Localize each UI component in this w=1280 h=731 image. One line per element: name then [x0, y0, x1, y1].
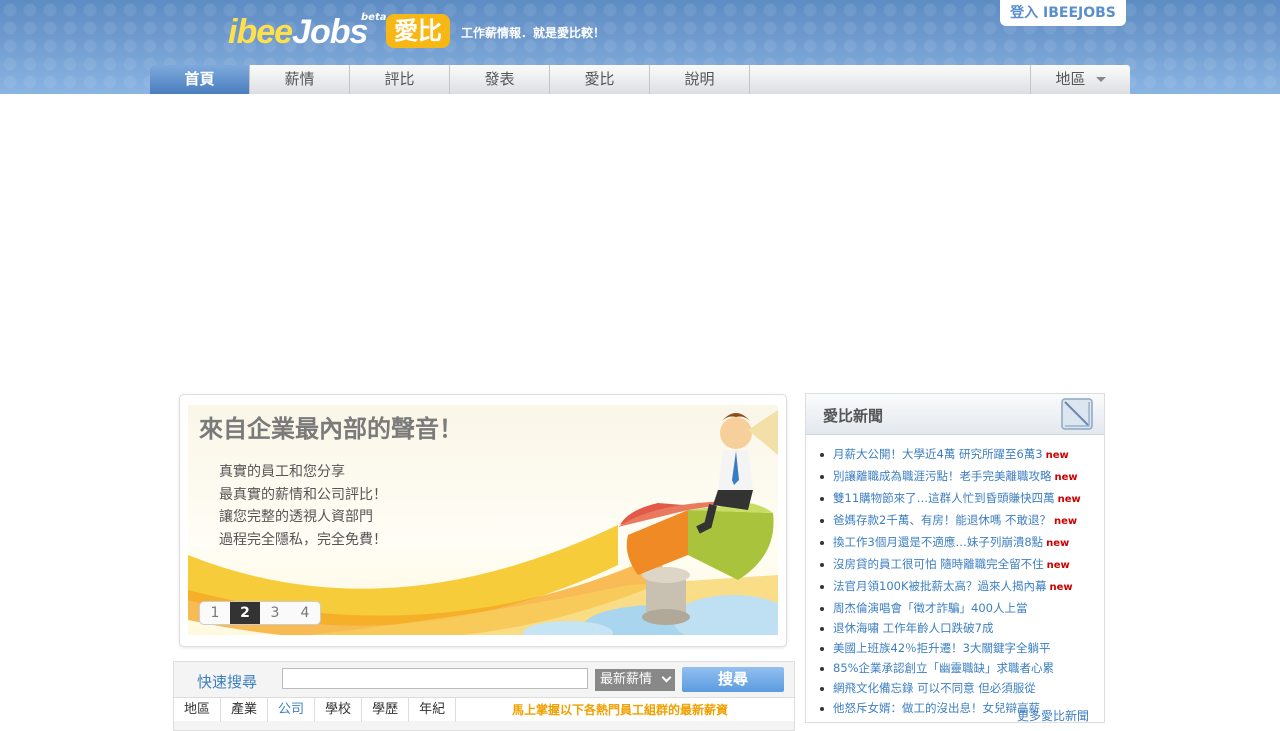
new-badge: new — [1053, 516, 1078, 527]
nav-tab-salary[interactable]: 薪情 — [250, 65, 350, 94]
nav-tab-rating[interactable]: 評比 — [350, 65, 450, 94]
hero-banner: 來自企業最內部的聲音！ 真實的員工和您分享 最真實的薪情和公司評比！ 讓您完整的… — [188, 405, 778, 635]
banner-title: 來自企業最內部的聲音！ — [199, 415, 463, 443]
news-list: 月薪大公開！大學近4萬 研究所躍至6萬3 new 別讓離職成為職涯污點！老手完美離職… — [806, 435, 1104, 718]
filter-tab-school[interactable]: 學校 — [315, 698, 363, 722]
news-item-text[interactable]: 他怒斥女婿：做工的沒出息！女兒辯高薪 — [833, 701, 1040, 715]
news-item-text[interactable]: 美國上班族42％拒升遷！3大關鍵字全躺平 — [833, 641, 1050, 655]
news-item-text[interactable]: 雙11購物節來了…這群人忙到昏頭賺快四萬 — [833, 491, 1055, 505]
news-item[interactable]: 雙11購物節來了…這群人忙到昏頭賺快四萬 new — [820, 488, 1104, 510]
news-item[interactable]: 退休海嘯 工作年齡人口跌破7成 — [820, 618, 1104, 638]
region-dropdown[interactable]: 地區 — [1031, 65, 1130, 94]
slide-dot-1[interactable]: 1 — [200, 602, 230, 624]
bullet-icon — [820, 518, 824, 523]
slide-pager: 1 2 3 4 — [199, 601, 321, 625]
bullet-icon — [820, 606, 824, 611]
logo-jobs-text: Jobs — [292, 13, 368, 51]
quick-search-select-value: 最新薪情 — [600, 672, 653, 687]
nav-spacer — [750, 65, 1031, 94]
banner-line: 過程完全隱私，完全免費！ — [219, 531, 387, 548]
news-item[interactable]: 周杰倫演唱會「徵才詐騙」400人上當 — [820, 598, 1104, 618]
bullet-icon — [820, 686, 824, 691]
filter-hint: 馬上掌握以下各熱門員工組群的最新薪資 — [512, 703, 729, 717]
news-item[interactable]: 別讓離職成為職涯污點！老手完美離職攻略 new — [820, 466, 1104, 488]
nav-tab-help[interactable]: 說明 — [650, 65, 750, 94]
bullet-icon — [820, 666, 824, 671]
search-button[interactable]: 搜尋 — [682, 667, 784, 692]
news-item-text[interactable]: 沒房貸的員工很可怕 隨時離職完全留不住 — [833, 557, 1044, 571]
new-badge: new — [1045, 450, 1069, 461]
news-title: 愛比新聞 — [823, 407, 884, 425]
news-item[interactable]: 網飛文化備忘錄 可以不同意 但必須服從 — [820, 678, 1104, 698]
nav-tab-aibi[interactable]: 愛比 — [550, 65, 650, 94]
news-item[interactable]: 月薪大公開！大學近4萬 研究所躍至6萬3 new — [820, 444, 1104, 466]
news-item[interactable]: 爸媽存款2千萬、有房！能退休嗎 不敢退？ new — [820, 510, 1104, 532]
news-item-text[interactable]: 網飛文化備忘錄 可以不同意 但必須服從 — [833, 681, 1036, 695]
filter-tab-age[interactable]: 年紀 — [409, 698, 457, 722]
logo-aibi-badge: 愛比 — [386, 14, 450, 48]
banner-text: 真實的員工和您分享 最真實的薪情和公司評比！ 讓您完整的透視人資部門 過程完全隱… — [219, 461, 387, 551]
chevron-down-icon — [661, 672, 672, 683]
bullet-icon — [820, 626, 824, 631]
news-item[interactable]: 換工作3個月還是不適應…妹子列崩潰8點 new — [820, 532, 1104, 554]
bullet-icon — [820, 452, 824, 457]
nav-tab-home[interactable]: 首頁 — [150, 65, 250, 94]
bullet-icon — [820, 646, 824, 651]
bullet-icon — [820, 474, 824, 479]
new-badge: new — [1057, 494, 1081, 505]
news-item-text[interactable]: 退休海嘯 工作年齡人口跌破7成 — [833, 621, 993, 635]
banner-line: 真實的員工和您分享 — [219, 464, 345, 480]
filter-tab-region[interactable]: 地區 — [174, 698, 222, 722]
news-header: 愛比新聞 — [806, 394, 1104, 435]
news-item-text[interactable]: 別讓離職成為職涯污點！老手完美離職攻略 — [833, 469, 1052, 483]
news-item-text[interactable]: 85%企業承認創立「幽靈職缺」求職者心累 — [833, 661, 1054, 675]
new-badge: new — [1046, 538, 1070, 549]
slide-dot-4[interactable]: 4 — [290, 602, 320, 624]
filter-tabs: 地區 產業 公司 學校 學歷 年紀 馬上掌握以下各熱門員工組群的最新薪資 — [174, 697, 794, 722]
bullet-icon — [820, 496, 824, 501]
banner-line: 讓您完整的透視人資部門 — [219, 509, 373, 525]
filter-tab-degree[interactable]: 學歷 — [362, 698, 410, 722]
nav-tab-post[interactable]: 發表 — [450, 65, 550, 94]
login-button[interactable]: 登入 IBEEJOBS — [1000, 0, 1126, 26]
filter-tab-industry[interactable]: 產業 — [221, 698, 269, 722]
logo-beta-badge: beta — [361, 12, 387, 23]
bullet-icon — [820, 706, 824, 711]
logo-ibee-text: ibee — [228, 13, 293, 51]
region-label: 地區 — [1055, 70, 1086, 88]
chevron-down-icon — [1095, 77, 1106, 82]
bullet-icon — [820, 562, 824, 567]
news-item[interactable]: 沒房貸的員工很可怕 隨時離職完全留不住 new — [820, 554, 1104, 576]
quick-search-input[interactable] — [282, 668, 588, 689]
bullet-icon — [820, 540, 824, 545]
news-item[interactable]: 85%企業承認創立「幽靈職缺」求職者心累 — [820, 658, 1104, 678]
new-badge: new — [1054, 472, 1078, 483]
slide-dot-3[interactable]: 3 — [260, 602, 290, 624]
news-item-text[interactable]: 周杰倫演唱會「徵才詐騙」400人上當 — [833, 601, 1027, 615]
quick-search-panel: 快速搜尋 最新薪情 搜尋 地區 產業 公司 學校 學歷 年紀 馬上掌握以下各熱門… — [173, 661, 795, 731]
news-item-text[interactable]: 法官月領100K被批薪太高？過來人揭內幕 — [833, 579, 1047, 593]
site-tagline: 工作薪情報．就是愛比較！ — [461, 26, 606, 40]
news-item-text[interactable]: 月薪大公開！大學近4萬 研究所躍至6萬3 — [833, 447, 1043, 461]
quick-search-select[interactable]: 最新薪情 — [595, 669, 675, 691]
newspaper-icon — [1061, 398, 1093, 430]
main-nav: 首頁 薪情 評比 發表 愛比 說明 地區 — [150, 65, 1130, 94]
site-logo[interactable]: ibee Jobs beta — [228, 12, 386, 52]
bullet-icon — [820, 584, 824, 589]
news-item[interactable]: 法官月領100K被批薪太高？過來人揭內幕 new — [820, 576, 1104, 598]
slide-dot-2[interactable]: 2 — [230, 602, 260, 624]
news-panel: 愛比新聞 月薪大公開！大學近4萬 研究所躍至6萬3 new 別讓離職成為職涯污點！老… — [805, 393, 1105, 723]
quick-search-label: 快速搜尋 — [197, 673, 258, 691]
banner-line: 最真實的薪情和公司評比！ — [219, 486, 387, 503]
filter-tab-company[interactable]: 公司 — [268, 698, 316, 722]
new-badge: new — [1046, 560, 1070, 571]
more-news-link[interactable]: 更多愛比新聞 — [1017, 707, 1089, 724]
news-item[interactable]: 美國上班族42％拒升遷！3大關鍵字全躺平 — [820, 638, 1104, 658]
new-badge: new — [1049, 582, 1073, 593]
hero-banner-box: 來自企業最內部的聲音！ 真實的員工和您分享 最真實的薪情和公司評比！ 讓您完整的… — [179, 394, 787, 647]
site-header: ibee Jobs beta 愛比 工作薪情報．就是愛比較！ 登入 IBEEJOB… — [0, 0, 1280, 94]
news-item-text[interactable]: 爸媽存款2千萬、有房！能退休嗎 不敢退？ — [833, 513, 1051, 527]
news-item-text[interactable]: 換工作3個月還是不適應…妹子列崩潰8點 — [833, 535, 1043, 549]
